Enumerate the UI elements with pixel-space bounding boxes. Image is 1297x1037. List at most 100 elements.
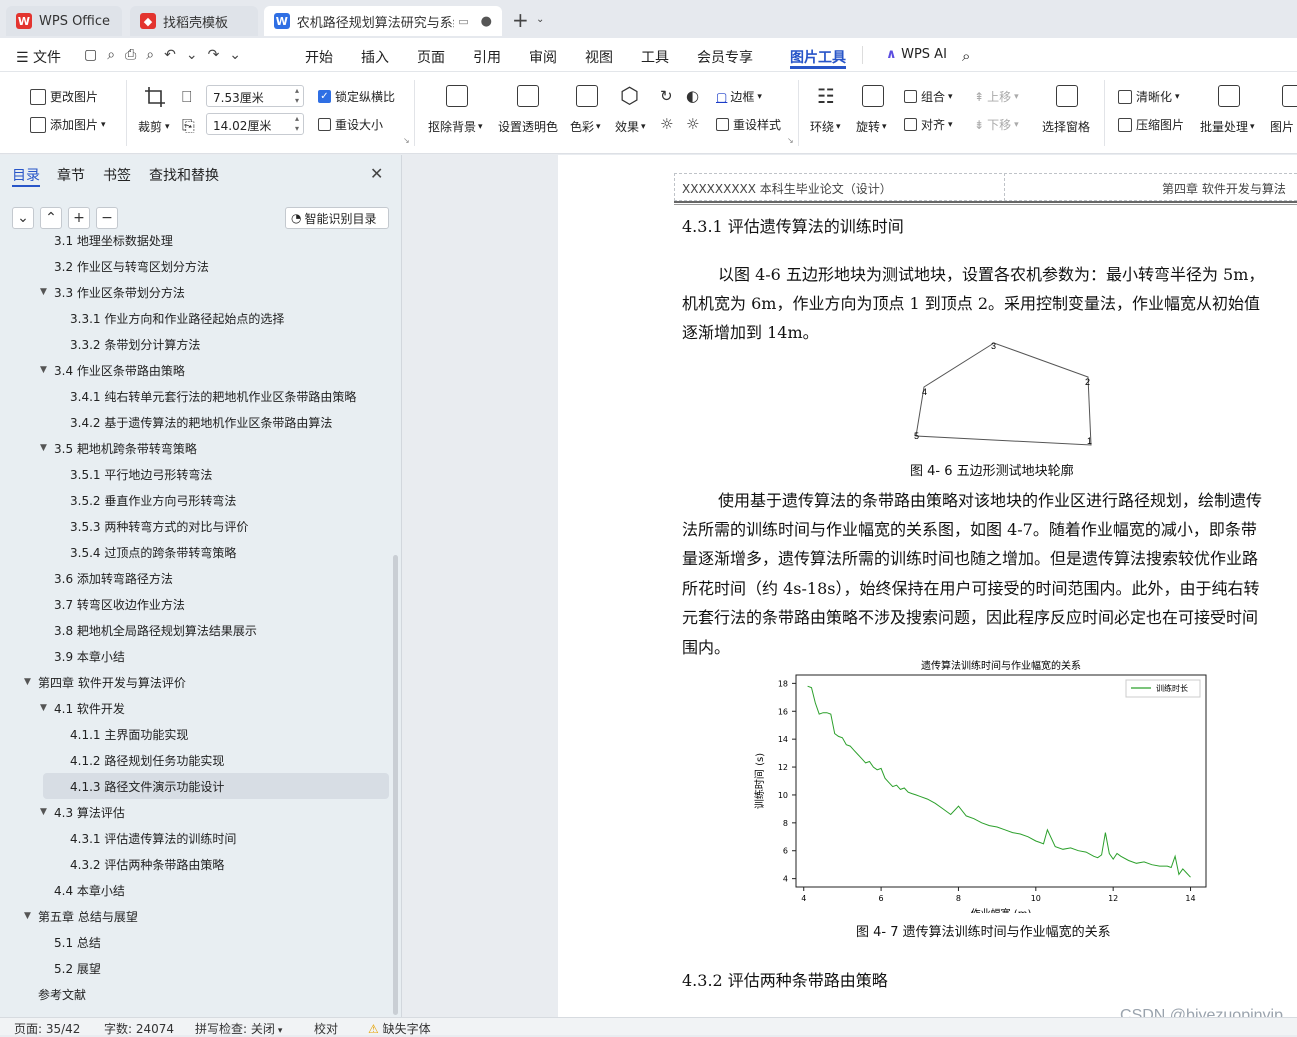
tab-toc[interactable]: 目录: [12, 165, 40, 185]
toc-item[interactable]: 参考文献: [0, 981, 390, 1007]
expand-chevron-icon[interactable]: ▼: [40, 443, 47, 453]
lock-ratio-checkbox[interactable]: ✓ 锁定纵横比: [318, 88, 395, 105]
expand-chevron-icon[interactable]: ▼: [40, 365, 47, 375]
collapse-down-icon[interactable]: ⌄: [12, 207, 34, 229]
wps-ai-button[interactable]: ∧ WPS AI: [886, 47, 947, 62]
batch-process-button[interactable]: 批量处理 ▾: [1200, 118, 1255, 135]
toc-item[interactable]: ▼ 4.1 软件开发: [0, 695, 390, 721]
page-indicator[interactable]: 页面: 35/42: [14, 1020, 80, 1037]
toc-item[interactable]: 3.1 地理坐标数据处理: [0, 235, 390, 253]
toc-item[interactable]: 3.5.4 过顶点的跨条带转弯策略: [0, 539, 390, 565]
dialog-launcher-icon[interactable]: ↘: [787, 136, 794, 145]
add-heading-icon[interactable]: +: [68, 207, 90, 229]
toc-item[interactable]: 3.5.3 两种转弯方式的对比与评价: [0, 513, 390, 539]
toc-item[interactable]: ▼ 3.4 作业区条带路由策略: [0, 357, 390, 383]
toc-item[interactable]: ▼ 3.3 作业区条带划分方法: [0, 279, 390, 305]
wrap-button[interactable]: 环绕 ▾: [810, 118, 841, 135]
toc-item[interactable]: 4.4 本章小结: [0, 877, 390, 903]
toc-item[interactable]: ▼ 3.5 耙地机跨条带转弯策略: [0, 435, 390, 461]
reset-style-button[interactable]: 重设样式: [716, 116, 781, 133]
toc-item[interactable]: 3.2 作业区与转弯区划分方法: [0, 253, 390, 279]
toc-item[interactable]: 3.3.2 条带划分计算方法: [0, 331, 390, 357]
menu-view[interactable]: 视图: [585, 47, 613, 67]
word-count[interactable]: 字数: 24074: [104, 1020, 174, 1037]
toc-item[interactable]: ▼ 第四章 软件开发与算法评价: [0, 669, 390, 695]
remove-background-button[interactable]: 抠除背景 ▾: [428, 118, 483, 135]
move-down-button[interactable]: ⇟ 下移 ▾: [974, 116, 1019, 133]
tab-wps-office[interactable]: W WPS Office: [6, 6, 122, 36]
file-menu[interactable]: ☰ 文件: [16, 47, 61, 67]
proofread-button[interactable]: 校对: [314, 1020, 338, 1037]
change-picture-button[interactable]: 更改图片: [30, 88, 98, 105]
width-input[interactable]: 7.53厘米 ▴ ▾: [206, 85, 304, 107]
tab-chapters[interactable]: 章节: [57, 165, 85, 185]
toc-item[interactable]: ▼ 第五章 总结与展望: [0, 903, 390, 929]
menu-member[interactable]: 会员专享: [697, 47, 753, 67]
menu-insert[interactable]: 插入: [361, 47, 389, 67]
new-tab-icon[interactable]: +: [512, 8, 529, 32]
tab-document[interactable]: W 农机路径规划算法研究与系统 ▭ ●: [264, 6, 502, 36]
expand-chevron-icon[interactable]: ▼: [24, 677, 31, 687]
effect-button[interactable]: 效果 ▾: [615, 118, 646, 135]
toc-item[interactable]: 3.6 添加转弯路径方法: [0, 565, 390, 591]
quick-access-icons[interactable]: ▢⌕⎙⌕↶⌄↷⌄: [84, 47, 251, 63]
menu-reference[interactable]: 引用: [473, 47, 501, 67]
toc-item[interactable]: 4.3.1 评估遗传算法的训练时间: [0, 825, 390, 851]
menu-start[interactable]: 开始: [305, 47, 333, 67]
collapse-up-icon[interactable]: ⌃: [40, 207, 62, 229]
border-button[interactable]: ▢ 边框 ▾: [716, 88, 762, 105]
expand-chevron-icon[interactable]: ▼: [40, 703, 47, 713]
search-icon[interactable]: ⌕: [962, 47, 970, 65]
toc-item[interactable]: 5.1 总结: [0, 929, 390, 955]
toc-item[interactable]: 4.3.2 评估两种条带路由策略: [0, 851, 390, 877]
toc-item[interactable]: 4.1.3 路径文件演示功能设计: [43, 773, 389, 799]
menu-page[interactable]: 页面: [417, 47, 445, 67]
tab-bookmarks[interactable]: 书签: [103, 165, 131, 185]
picture-more-button[interactable]: 图片: [1270, 118, 1294, 135]
compress-button[interactable]: 压缩图片: [1118, 116, 1184, 133]
add-picture-button[interactable]: 添加图片 ▾: [30, 116, 106, 133]
tab-list-chevron-icon[interactable]: ⌄: [536, 14, 544, 25]
tab-templates[interactable]: ◆ 找稻壳模板: [130, 6, 258, 36]
contrast-down-icon[interactable]: ☼: [686, 115, 699, 133]
toc-item[interactable]: 3.7 转弯区收边作业方法: [0, 591, 390, 617]
expand-chevron-icon[interactable]: ▼: [40, 807, 47, 817]
set-transparent-button[interactable]: 设置透明色: [498, 118, 558, 135]
menu-tools[interactable]: 工具: [641, 47, 669, 67]
color-button[interactable]: 色彩 ▾: [570, 118, 601, 135]
dialog-launcher-icon[interactable]: ↘: [403, 136, 410, 145]
toc-item[interactable]: 3.3.1 作业方向和作业路径起始点的选择: [0, 305, 390, 331]
toc-item[interactable]: 3.5.1 平行地边弓形转弯法: [0, 461, 390, 487]
crop-button[interactable]: 裁剪 ▾: [138, 118, 170, 135]
menu-review[interactable]: 审阅: [529, 47, 557, 67]
move-up-button[interactable]: ⇞ 上移 ▾: [974, 88, 1019, 105]
unsaved-dot-icon[interactable]: ●: [481, 14, 492, 29]
contrast-icon[interactable]: ◐: [686, 87, 699, 105]
toc-item[interactable]: 3.4.2 基于遗传算法的耙地机作业区条带路由算法: [0, 409, 390, 435]
toc-scrollbar[interactable]: [393, 555, 398, 1015]
close-icon[interactable]: ✕: [370, 164, 383, 183]
sharpen-button[interactable]: 清晰化 ▾: [1118, 88, 1180, 105]
menu-picture-tools[interactable]: 图片工具: [790, 47, 846, 67]
remove-heading-icon[interactable]: −: [96, 207, 118, 229]
toc-item[interactable]: 3.4.1 纯右转单元套行法的耙地机作业区条带路由策略: [0, 383, 390, 409]
height-input[interactable]: 14.02厘米 ▴ ▾: [206, 113, 304, 135]
toc-item[interactable]: 3.9 本章小结: [0, 643, 390, 669]
resize-button[interactable]: 重设大小: [318, 116, 383, 133]
toc-item[interactable]: 5.2 展望: [0, 955, 390, 981]
spell-check-toggle[interactable]: 拼写检查: 关闭 ▾: [195, 1020, 282, 1037]
expand-chevron-icon[interactable]: ▼: [40, 287, 47, 297]
toc-item[interactable]: ▼ 4.3 算法评估: [0, 799, 390, 825]
toc-item[interactable]: 4.1.2 路径规划任务功能实现: [0, 747, 390, 773]
toc-item[interactable]: 4.1.1 主界面功能实现: [0, 721, 390, 747]
align-button[interactable]: 对齐 ▾: [904, 116, 953, 133]
brightness-up-icon[interactable]: ↻: [660, 87, 673, 105]
toc-item[interactable]: 3.5.2 垂直作业方向弓形转弯法: [0, 487, 390, 513]
expand-chevron-icon[interactable]: ▼: [24, 911, 31, 921]
tab-find-replace[interactable]: 查找和替换: [149, 165, 219, 185]
selection-pane-button[interactable]: 选择窗格: [1042, 118, 1090, 135]
brightness-down-icon[interactable]: ☼: [660, 115, 673, 133]
rotate-button[interactable]: 旋转 ▾: [856, 118, 887, 135]
missing-font-button[interactable]: ⚠ 缺失字体: [368, 1020, 431, 1037]
toc-item[interactable]: 3.8 耙地机全局路径规划算法结果展示: [0, 617, 390, 643]
